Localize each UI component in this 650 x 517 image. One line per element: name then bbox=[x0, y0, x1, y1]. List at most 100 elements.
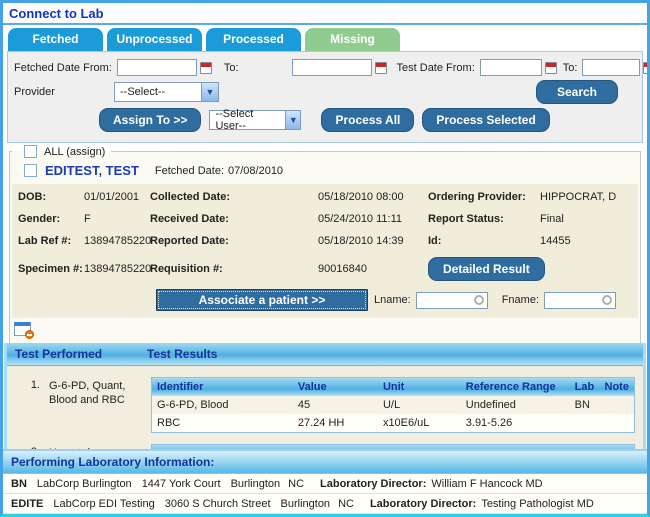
lab-address: 1447 York Court bbox=[141, 478, 221, 490]
process-all-button[interactable]: Process All bbox=[321, 108, 415, 132]
col-reference-range: Reference Range bbox=[460, 377, 570, 396]
specimen-label: Specimen #: bbox=[18, 263, 83, 275]
all-assign-label: ALL (assign) bbox=[44, 145, 106, 158]
calendar-icon[interactable] bbox=[544, 61, 557, 74]
lname-input-wrap bbox=[415, 291, 488, 309]
tab-unprocessed[interactable]: Unprocessed bbox=[107, 28, 202, 51]
calendar-icon[interactable] bbox=[374, 61, 387, 74]
remove-badge-icon bbox=[25, 330, 34, 339]
result-range: Undefined bbox=[460, 396, 570, 414]
result-range: 3.91-5.26 bbox=[465, 417, 513, 429]
provider-select[interactable]: --Select-- ▼ bbox=[114, 82, 219, 102]
col-note: Note bbox=[599, 377, 635, 396]
report-status-label: Report Status: bbox=[428, 213, 504, 225]
lname-label: Lname: bbox=[374, 294, 411, 306]
lab-director-name: Testing Pathologist MD bbox=[481, 498, 594, 510]
lab-director-name: William F Hancock MD bbox=[431, 478, 543, 490]
detailed-result-button[interactable]: Detailed Result bbox=[428, 257, 545, 281]
search-button[interactable]: Search bbox=[535, 80, 618, 104]
patient-name[interactable]: EDITEST, TEST bbox=[45, 163, 139, 178]
connect-to-lab-window: Connect to Lab Fetched Unprocessed Proce… bbox=[0, 0, 650, 517]
search-lookup-icon[interactable] bbox=[602, 294, 612, 305]
assign-to-button[interactable]: Assign To >> bbox=[99, 108, 202, 132]
test-date-from-input[interactable] bbox=[479, 59, 542, 76]
gender-label: Gender: bbox=[18, 213, 61, 225]
test-performed-header: Test Performed bbox=[15, 347, 103, 361]
calendar-icon[interactable] bbox=[199, 61, 212, 74]
result-note bbox=[599, 396, 635, 414]
records-fieldset: ALL (assign) EDITEST, TEST Fetched Date:… bbox=[9, 145, 641, 343]
lab-address: 3060 S Church Street bbox=[164, 498, 271, 510]
tab-bar: Fetched Unprocessed Processed Missing bbox=[3, 25, 647, 51]
tab-fetched[interactable]: Fetched bbox=[8, 28, 103, 51]
result-value: 27.24 HH bbox=[297, 417, 345, 429]
record-details: DOB: 01/01/2001 Collected Date: 05/18/20… bbox=[12, 184, 638, 318]
test-date-to-label: To: bbox=[562, 61, 578, 74]
select-user-select[interactable]: --Select User-- ▼ bbox=[209, 108, 302, 132]
col-lab: Lab bbox=[569, 377, 600, 396]
performing-lab-section: Performing Laboratory Information: BN La… bbox=[3, 449, 647, 514]
lab-name: LabCorp Burlington bbox=[36, 478, 132, 490]
filter-panel: Fetched Date From: To: Test Date From: T… bbox=[7, 51, 647, 143]
lab-ref-label: Lab Ref #: bbox=[18, 235, 72, 247]
result-lab: BN bbox=[569, 396, 600, 414]
tab-processed[interactable]: Processed bbox=[206, 28, 301, 51]
received-date-value: 05/24/2010 11:11 bbox=[318, 213, 403, 225]
fetched-date-from-input[interactable] bbox=[116, 59, 197, 76]
result-value: 45 bbox=[292, 396, 378, 414]
all-assign-checkbox[interactable] bbox=[24, 145, 37, 158]
result-row: RBC 27.24 HH x10E6/uL 3.91-5.26 bbox=[152, 414, 635, 433]
result-row: G-6-PD, Blood 45 U/L Undefined BN bbox=[151, 396, 635, 414]
result-note bbox=[600, 414, 635, 433]
date-filter-row: Fetched Date From: To: Test Date From: T… bbox=[14, 59, 647, 76]
result-identifier: RBC bbox=[157, 417, 181, 429]
lab-director-label: Laboratory Director: bbox=[369, 498, 477, 510]
provider-label: Provider bbox=[14, 86, 55, 98]
specimen-value: 13894785220 bbox=[84, 263, 152, 275]
lab-ref-value: 13894785220 bbox=[84, 235, 152, 247]
fetched-date-from-label: Fetched Date From: bbox=[14, 61, 112, 74]
lab-city: Burlington bbox=[280, 498, 331, 510]
col-value: Value bbox=[292, 377, 378, 396]
lab-code: EDITE bbox=[11, 498, 44, 510]
requisition-value: 90016840 bbox=[318, 263, 367, 275]
id-value: 14455 bbox=[540, 235, 571, 247]
test-results-header: Test Results bbox=[147, 347, 218, 361]
calendar-icon[interactable] bbox=[643, 61, 647, 74]
test-results-panel: Test Performed Test Results 1. G-6-PD, Q… bbox=[4, 343, 646, 449]
page-title: Connect to Lab bbox=[3, 3, 647, 25]
record-details-grid: DOB: 01/01/2001 Collected Date: 05/18/20… bbox=[18, 191, 632, 281]
patient-checkbox[interactable] bbox=[24, 164, 37, 177]
fetched-date-value: 07/08/2010 bbox=[228, 164, 284, 177]
col-unit: Unit bbox=[377, 377, 461, 396]
fetched-date-to-input[interactable] bbox=[291, 59, 372, 76]
batch-actions-row: Assign To >> --Select User-- ▼ Process A… bbox=[99, 108, 636, 132]
lab-row: EDITE LabCorp EDI Testing 3060 S Church … bbox=[3, 494, 647, 514]
tab-missing[interactable]: Missing bbox=[305, 28, 400, 51]
report-status-value: Final bbox=[540, 213, 564, 225]
table-header-row: Identifier Value Unit Reference Range La… bbox=[151, 377, 635, 396]
fetched-date-to-label: To: bbox=[223, 61, 239, 74]
chevron-down-icon: ▼ bbox=[285, 111, 301, 129]
associate-patient-button[interactable]: Associate a patient >> bbox=[156, 289, 368, 311]
fetched-date-label: Fetched Date: bbox=[154, 164, 224, 177]
id-label: Id: bbox=[428, 235, 442, 247]
result-unit: x10E6/uL bbox=[382, 417, 430, 429]
dob-value: 01/01/2001 bbox=[84, 191, 140, 203]
remove-report-icon[interactable] bbox=[14, 322, 34, 339]
test-date-to-input[interactable] bbox=[582, 59, 641, 76]
lab-row: BN LabCorp Burlington 1447 York Court Bu… bbox=[3, 474, 647, 494]
reported-date-value: 05/18/2010 14:39 bbox=[318, 235, 404, 247]
gender-value: F bbox=[84, 213, 91, 225]
all-assign-legend: ALL (assign) bbox=[12, 145, 111, 158]
test-item-1: 1. G-6-PD, Quant, Blood and RBC Identifi… bbox=[25, 377, 635, 433]
process-selected-button[interactable]: Process Selected bbox=[422, 108, 550, 132]
ordering-provider-label: Ordering Provider: bbox=[428, 191, 526, 203]
select-user-value: --Select User-- bbox=[215, 108, 254, 132]
collected-date-label: Collected Date: bbox=[150, 191, 231, 203]
provider-filter-row: Provider --Select-- ▼ Search bbox=[14, 80, 636, 104]
provider-select-value: --Select-- bbox=[120, 86, 166, 98]
search-lookup-icon[interactable] bbox=[473, 294, 484, 305]
lab-state: NC bbox=[338, 498, 354, 510]
collected-date-value: 05/18/2010 08:00 bbox=[318, 191, 404, 203]
